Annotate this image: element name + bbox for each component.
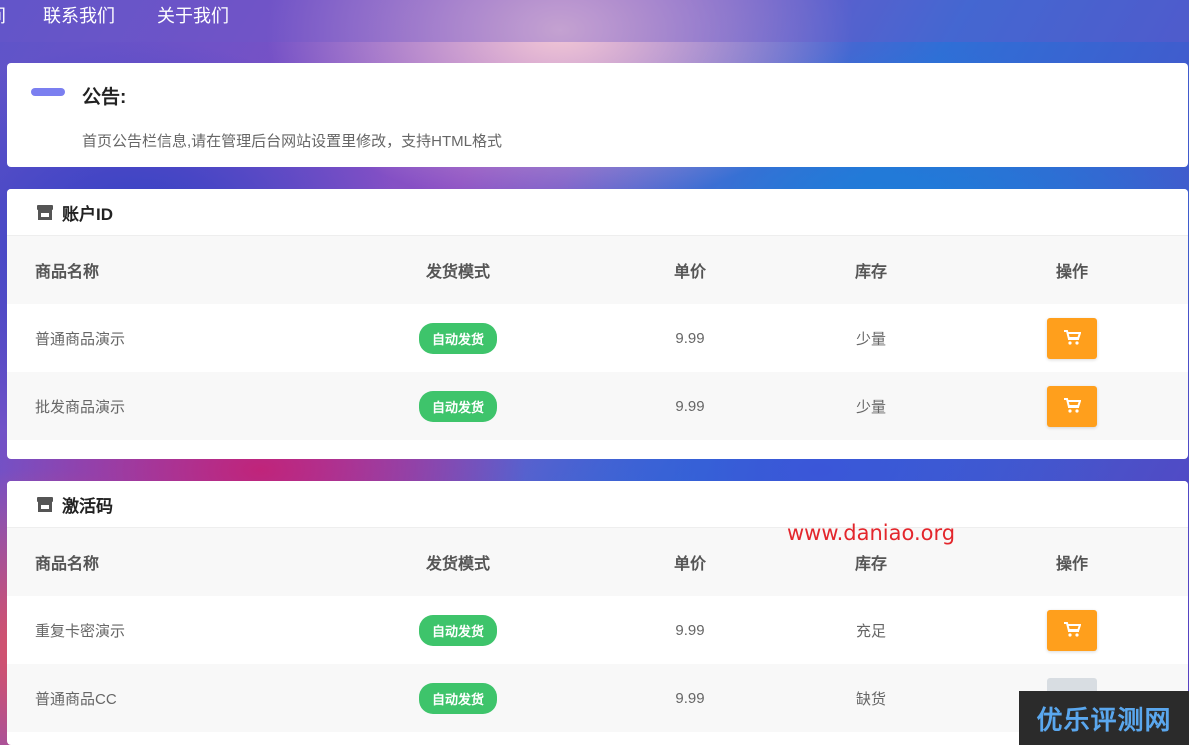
table-row: 重复卡密演示 自动发货 9.99 充足 (7, 596, 1188, 664)
delivery-mode-badge: 自动发货 (418, 390, 497, 422)
nav-item-about[interactable]: 关于我们 (157, 2, 229, 28)
cart-icon (1064, 622, 1081, 637)
column-header-mode: 发货模式 (425, 264, 490, 281)
nav-item-partial[interactable]: 间 (0, 2, 6, 28)
table-row: 普通商品CC 自动发货 9.99 缺货 (7, 664, 1188, 732)
group-header: 账户ID (7, 189, 1188, 236)
column-header-stock: 库存 (854, 556, 887, 573)
column-header-name: 商品名称 (35, 264, 100, 281)
product-price: 9.99 (675, 397, 705, 415)
product-name[interactable]: 普通商品CC (35, 688, 117, 709)
product-stock: 少量 (855, 330, 886, 348)
buy-button[interactable] (1047, 385, 1097, 427)
product-name[interactable]: 普通商品演示 (35, 328, 125, 349)
product-price: 9.99 (675, 329, 705, 347)
column-header-price: 单价 (673, 264, 706, 281)
delivery-mode-badge: 自动发货 (418, 614, 497, 646)
column-header-mode: 发货模式 (425, 556, 490, 573)
notice-accent-bar (31, 88, 65, 96)
product-name[interactable]: 重复卡密演示 (35, 620, 125, 641)
column-header-name: 商品名称 (35, 556, 100, 573)
column-header-op: 操作 (1055, 264, 1088, 281)
group-title: 账户ID (62, 204, 113, 224)
shop-icon (36, 495, 54, 513)
watermark-url: www.daniao.org (787, 521, 956, 545)
product-name[interactable]: 批发商品演示 (35, 396, 125, 417)
delivery-mode-badge: 自动发货 (418, 322, 497, 354)
notice-card: 公告: 首页公告栏信息,请在管理后台网站设置里修改，支持HTML格式 (7, 63, 1188, 167)
buy-button[interactable] (1047, 609, 1097, 651)
table-header: 商品名称 发货模式 单价 库存 操作 (7, 528, 1188, 596)
delivery-mode-badge: 自动发货 (418, 682, 497, 714)
column-header-op: 操作 (1055, 556, 1088, 573)
watermark-logo: 优乐评测网 (1019, 691, 1189, 745)
table-row: 普通商品演示 自动发货 9.99 少量 (7, 304, 1188, 372)
product-stock: 充足 (855, 622, 886, 640)
cart-icon (1064, 398, 1081, 413)
group-title: 激活码 (62, 496, 113, 516)
column-header-stock: 库存 (854, 264, 887, 281)
cart-icon (1064, 330, 1081, 345)
top-nav: 间 联系我们 关于我们 (0, 0, 1189, 42)
watermark-logo-text: 优乐评测网 (1036, 704, 1172, 735)
product-stock: 少量 (855, 398, 886, 416)
product-price: 9.99 (675, 621, 705, 639)
buy-button[interactable] (1047, 317, 1097, 359)
product-group: 激活码 商品名称 发货模式 单价 库存 操作 重复卡密演示 自动发货 9.99 … (7, 481, 1188, 745)
product-price: 9.99 (675, 689, 705, 707)
notice-text: 首页公告栏信息,请在管理后台网站设置里修改，支持HTML格式 (82, 133, 503, 150)
notice-title: 公告: (82, 87, 127, 108)
nav-item-contact[interactable]: 联系我们 (43, 2, 115, 28)
table-header: 商品名称 发货模式 单价 库存 操作 (7, 236, 1188, 304)
shop-icon (36, 203, 54, 221)
product-stock: 缺货 (855, 690, 886, 708)
product-group: 账户ID 商品名称 发货模式 单价 库存 操作 普通商品演示 自动发货 9.99… (7, 189, 1188, 459)
table-row: 批发商品演示 自动发货 9.99 少量 (7, 372, 1188, 440)
group-header: 激活码 (7, 481, 1188, 528)
column-header-price: 单价 (673, 556, 706, 573)
